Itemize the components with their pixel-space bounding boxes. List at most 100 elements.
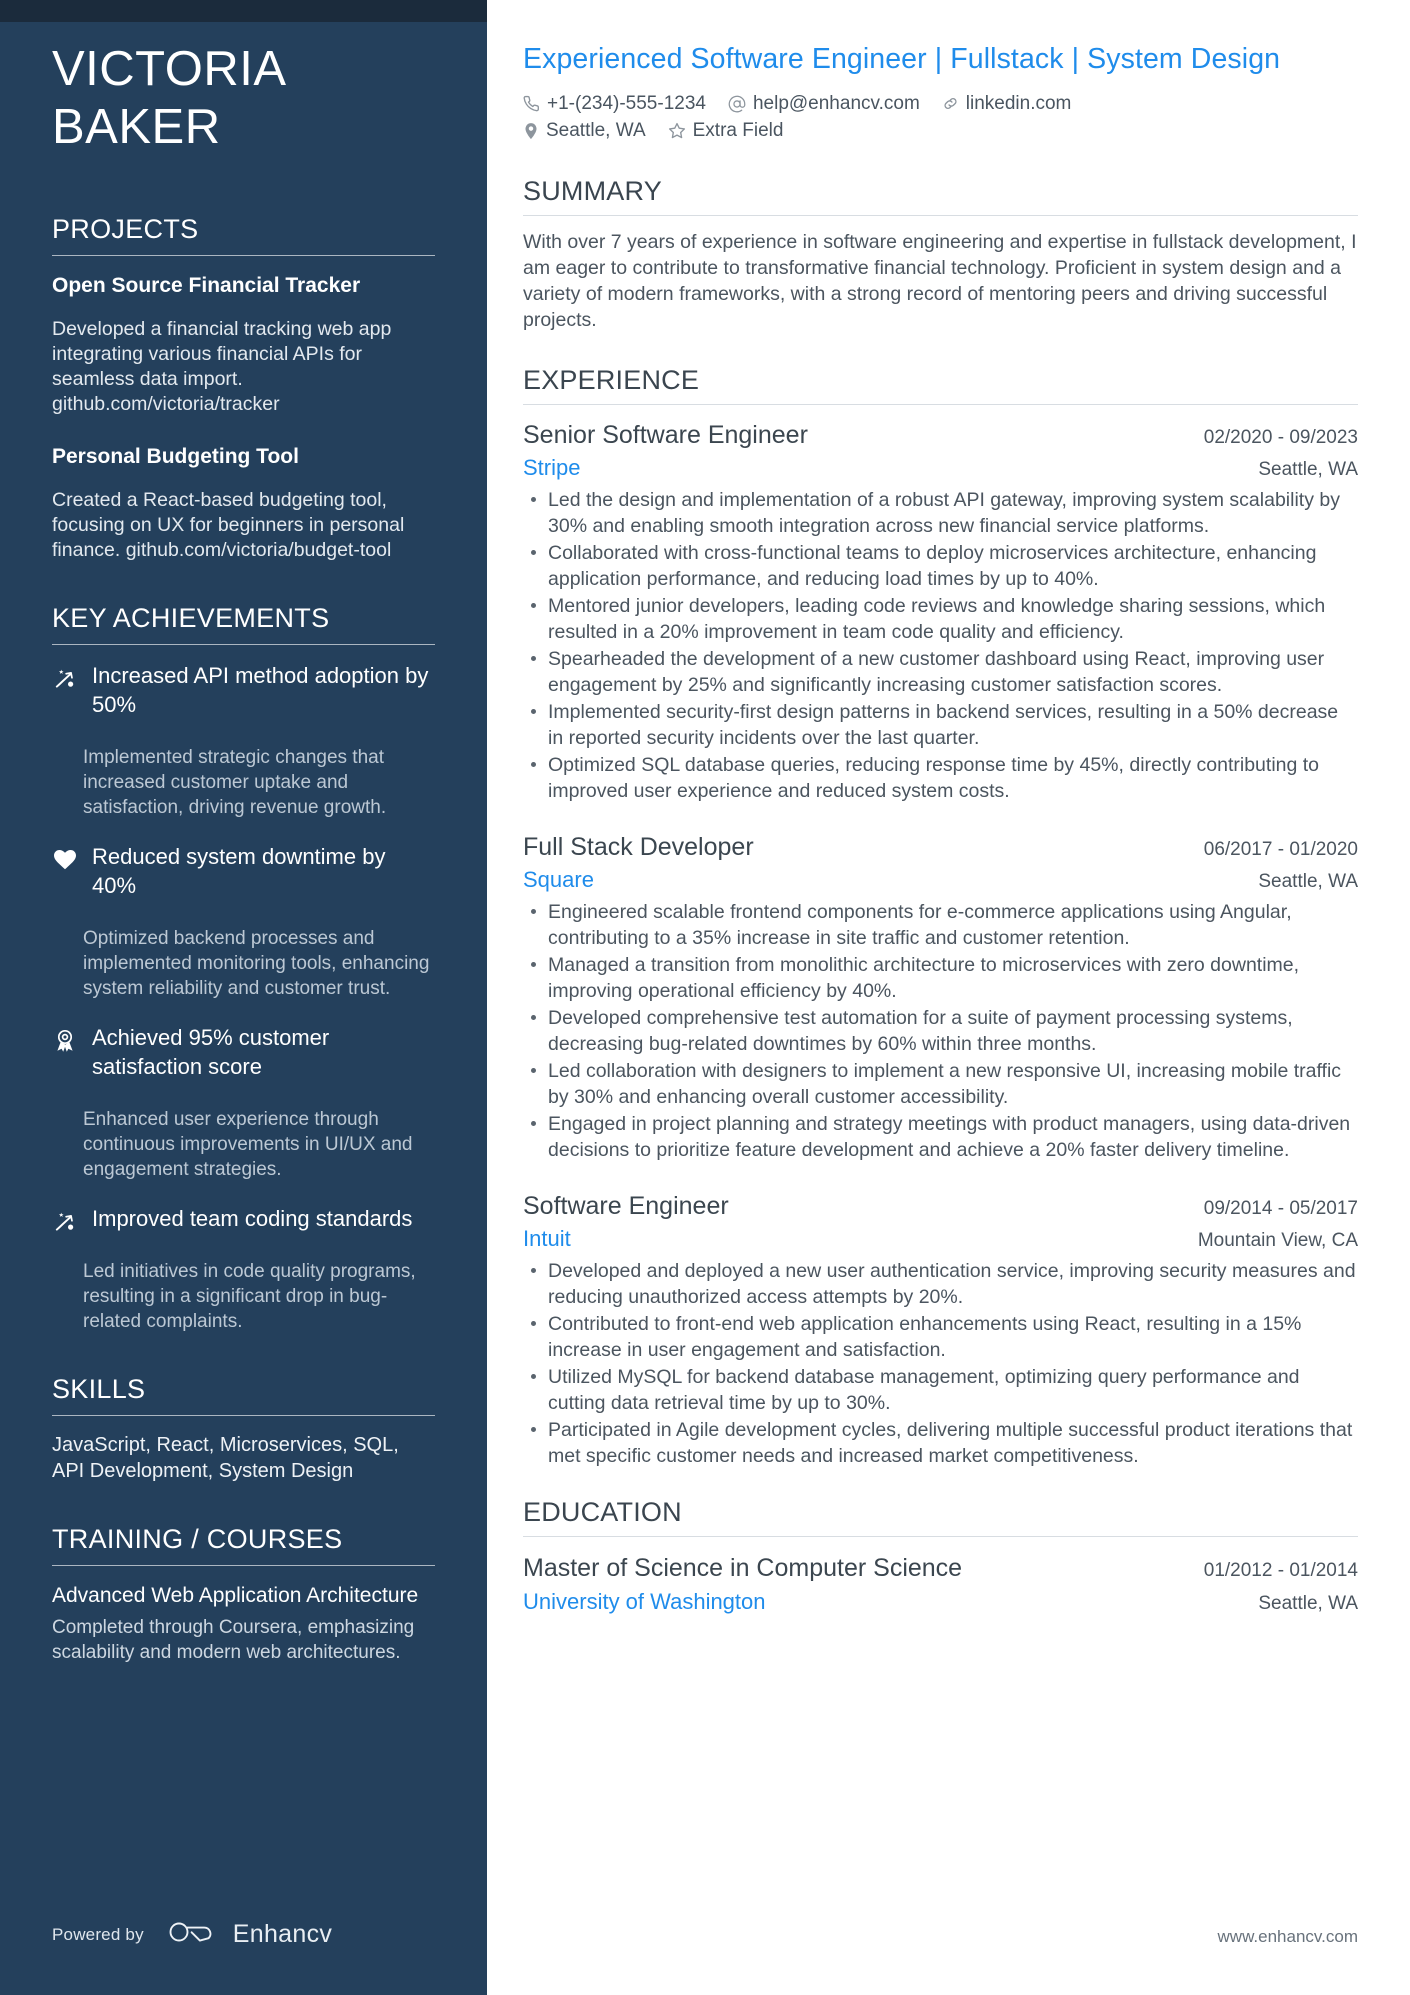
project-title: Open Source Financial Tracker [52,274,361,297]
bullet: Mentored junior developers, leading code… [523,593,1358,645]
education-degree: Master of Science in Computer Science [523,1554,963,1582]
experience-section: EXPERIENCE Senior Software Engineer 02/2… [523,363,1358,1469]
job-dates: 09/2014 - 05/2017 [1203,1198,1358,1219]
link-icon [942,95,959,112]
education-item: Master of Science in Computer Science 01… [523,1550,1358,1618]
enhancv-logo-icon [166,1918,222,1951]
name-last-line: BAKER [52,100,221,154]
contact-extra-field-text: Extra Field [692,120,784,141]
heart-icon [52,842,78,870]
bullet: Spearheaded the development of a new cus… [523,646,1358,698]
experience-item: Senior Software Engineer 02/2020 - 09/20… [523,418,1358,804]
education-dates: 01/2012 - 01/2014 [1203,1560,1358,1581]
bullet: Participated in Agile development cycles… [523,1417,1358,1469]
candidate-name: VICTORIA BAKER [52,0,435,156]
job-dates: 06/2017 - 01/2020 [1203,839,1358,860]
job-company[interactable]: Intuit [523,1223,571,1254]
bullet: Led the design and implementation of a r… [523,487,1358,539]
achievement-item: Increased API method adoption by 50% [52,661,435,724]
project-title: Personal Budgeting Tool [52,445,299,468]
experience-item: Full Stack Developer 06/2017 - 01/2020 S… [523,830,1358,1163]
job-location: Mountain View, CA [1197,1230,1358,1251]
location-icon [523,122,539,140]
job-bullets: Engineered scalable frontend components … [523,899,1358,1163]
achievement-title: Achieved 95% customer satisfaction score [92,1025,330,1079]
resume-page: VICTORIA BAKER PROJECTS Open Source Fina… [0,0,1410,1995]
strategy-arrow-icon [52,1204,78,1234]
bullet: Led collaboration with designers to impl… [523,1058,1358,1110]
contact-linkedin-text: linkedin.com [965,93,1072,114]
education-location: Seattle, WA [1258,1593,1358,1614]
skills-list: JavaScript, React, Microservices, SQL, A… [52,1434,399,1482]
contact-location-text: Seattle, WA [546,120,646,141]
name-first-line: VICTORIA [52,42,287,96]
contact-bar: +1-(234)-555-1234 help@enhancv.com linke… [523,90,1213,144]
contact-location: Seattle, WA [523,117,646,144]
key-achievements-heading: KEY ACHIEVEMENTS [52,603,330,633]
education-heading: EDUCATION [523,1497,682,1527]
job-location: Seattle, WA [1258,459,1358,480]
summary-section: SUMMARY With over 7 years of experience … [523,174,1358,333]
training-heading: TRAINING / COURSES [52,1524,343,1554]
course-description: Completed through Coursera, emphasizing … [52,1617,415,1663]
contact-linkedin[interactable]: linkedin.com [942,90,1072,117]
project-item: Open Source Financial Tracker Developed … [52,272,435,417]
contact-email[interactable]: help@enhancv.com [728,90,920,117]
footer-url[interactable]: www.enhancv.com [1218,1927,1358,1947]
job-title: Senior Software Engineer [523,421,808,449]
divider [52,1565,435,1566]
contact-phone-text: +1-(234)-555-1234 [547,93,706,114]
summary-heading: SUMMARY [523,176,662,206]
achievement-item: Improved team coding standards [52,1204,435,1238]
projects-section: PROJECTS Open Source Financial Tracker D… [52,212,435,563]
bullet: Implemented security-first design patter… [523,699,1358,751]
contact-extra-field: Extra Field [668,117,784,144]
bullet: Utilized MySQL for backend database mana… [523,1364,1358,1416]
sidebar-footer: Powered by Enhancv [52,1918,332,1951]
divider [523,404,1358,405]
skills-section: SKILLS JavaScript, React, Microservices,… [52,1372,435,1484]
award-ribbon-icon [52,1023,78,1053]
education-school[interactable]: University of Washington [523,1586,766,1618]
divider [52,255,435,256]
bullet: Engineered scalable frontend components … [523,899,1358,951]
bullet: Developed comprehensive test automation … [523,1005,1358,1057]
course-item: Advanced Web Application Architecture Co… [52,1582,435,1665]
powered-by-label: Powered by [52,1924,144,1944]
enhancv-wordmark: Enhancv [232,1920,333,1948]
project-description: Developed a financial tracking web app i… [52,318,392,415]
achievement-title: Reduced system downtime by 40% [92,844,386,898]
divider [52,644,435,645]
bullet: Contributed to front-end web application… [523,1311,1358,1363]
achievement-title: Improved team coding standards [92,1206,413,1231]
achievement-item: Reduced system downtime by 40% [52,842,435,905]
job-company[interactable]: Stripe [523,452,580,483]
training-section: TRAINING / COURSES Advanced Web Applicat… [52,1522,435,1665]
bullet: Collaborated with cross-functional teams… [523,540,1358,592]
achievement-description: Optimized backend processes and implemen… [83,928,430,999]
divider [523,1536,1358,1537]
achievement-item: Achieved 95% customer satisfaction score [52,1023,435,1086]
sidebar-top-bar [0,0,487,22]
bullet: Developed and deployed a new user authen… [523,1258,1358,1310]
enhancv-brand: Enhancv [166,1918,332,1951]
bullet: Engaged in project planning and strategy… [523,1111,1358,1163]
education-section: EDUCATION Master of Science in Computer … [523,1495,1358,1618]
job-bullets: Developed and deployed a new user authen… [523,1258,1358,1469]
contact-phone[interactable]: +1-(234)-555-1234 [523,90,706,117]
at-icon [728,95,746,113]
key-achievements-section: KEY ACHIEVEMENTS Increased API method ad… [52,601,435,1334]
skills-heading: SKILLS [52,1374,146,1404]
summary-text: With over 7 years of experience in softw… [523,231,1357,331]
achievement-description: Implemented strategic changes that incre… [83,747,387,818]
contact-email-text: help@enhancv.com [752,93,920,114]
sidebar: VICTORIA BAKER PROJECTS Open Source Fina… [0,0,487,1995]
achievement-description: Led initiatives in code quality programs… [83,1261,416,1332]
main-column: Experienced Software Engineer | Fullstac… [487,0,1410,1995]
project-item: Personal Budgeting Tool Created a React-… [52,443,435,563]
experience-item: Software Engineer 09/2014 - 05/2017 Intu… [523,1189,1358,1469]
job-company[interactable]: Square [523,864,594,895]
bullet: Managed a transition from monolithic arc… [523,952,1358,1004]
job-bullets: Led the design and implementation of a r… [523,487,1358,804]
headline: Experienced Software Engineer | Fullstac… [523,43,1281,75]
